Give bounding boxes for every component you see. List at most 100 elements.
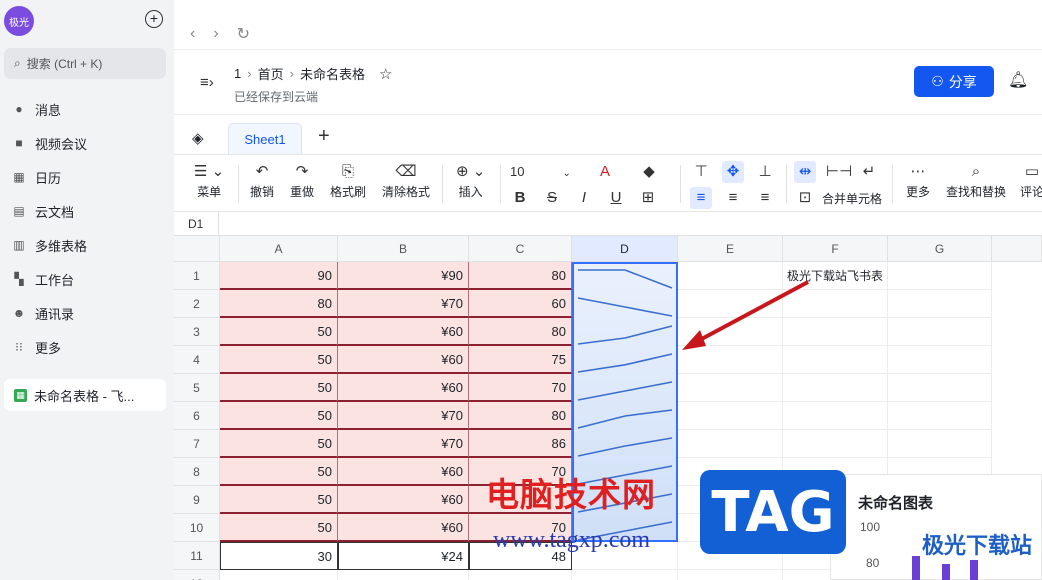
align-right-icon[interactable]: ≡ xyxy=(754,187,776,209)
row-header[interactable]: 9 xyxy=(174,486,220,514)
table-cell[interactable] xyxy=(888,374,992,402)
clear-format-button[interactable]: ⌫ 清除格式 xyxy=(382,161,430,200)
wrap-icon[interactable]: ↵ xyxy=(858,161,880,183)
table-cell[interactable] xyxy=(888,262,992,290)
back-icon[interactable]: ‹ xyxy=(190,25,195,43)
tab-sheet1[interactable]: Sheet1 xyxy=(228,123,302,155)
table-cell[interactable] xyxy=(678,374,783,402)
table-cell[interactable] xyxy=(888,346,992,374)
table-cell[interactable]: 70 xyxy=(469,374,572,402)
avatar[interactable]: 极光 xyxy=(4,6,34,36)
fill-color-icon[interactable]: ◆ xyxy=(638,161,660,183)
row-header[interactable]: 8 xyxy=(174,458,220,486)
table-cell[interactable] xyxy=(678,402,783,430)
freeze-icon[interactable]: ⇹ xyxy=(794,161,816,183)
bold-icon[interactable]: B xyxy=(509,187,531,209)
layers-icon[interactable]: ◈ xyxy=(192,129,204,147)
table-cell[interactable] xyxy=(888,290,992,318)
column-width-icon[interactable]: ⊢⊣ xyxy=(826,161,852,183)
row-header[interactable]: 6 xyxy=(174,402,220,430)
row-header[interactable]: 12 xyxy=(174,570,220,580)
sidebar-item-more[interactable]: ⁝⁝ 更多 xyxy=(0,330,174,364)
sidebar-item-messages[interactable]: ● 消息 xyxy=(0,92,174,126)
add-sheet-icon[interactable]: + xyxy=(318,125,330,148)
table-cell[interactable]: 50 xyxy=(220,486,338,514)
table-cell[interactable]: ¥90 xyxy=(338,262,469,290)
font-size-select[interactable]: 10 ⌄ xyxy=(510,161,571,183)
table-cell[interactable] xyxy=(783,374,888,402)
table-cell[interactable]: ¥60 xyxy=(338,514,469,542)
column-header-e[interactable]: E xyxy=(678,236,783,262)
table-cell[interactable] xyxy=(338,570,469,580)
select-all-corner[interactable] xyxy=(174,236,220,262)
table-cell[interactable]: 90 xyxy=(220,262,338,290)
row-header[interactable]: 11 xyxy=(174,542,220,570)
table-cell[interactable]: ¥70 xyxy=(338,290,469,318)
sidebar-doc-item[interactable]: ▦ 未命名表格 - 飞... xyxy=(4,379,166,411)
sidebar-item-workplace[interactable]: ▚ 工作台 xyxy=(0,262,174,296)
row-header[interactable]: 2 xyxy=(174,290,220,318)
find-replace-button[interactable]: ⌕ 查找和替换 xyxy=(946,161,1006,200)
table-cell[interactable]: 50 xyxy=(220,374,338,402)
column-header-a[interactable]: A xyxy=(220,236,338,262)
border-icon[interactable]: ⊞ xyxy=(637,187,659,209)
table-cell[interactable]: 50 xyxy=(220,430,338,458)
star-icon[interactable]: ☆ xyxy=(379,65,392,83)
merge-cells-label[interactable]: 合并单元格 xyxy=(822,190,882,207)
menu-button[interactable]: ☰ ⌄ 菜单 xyxy=(194,161,224,200)
insert-button[interactable]: ⊕ ⌄ 插入 xyxy=(456,161,485,200)
table-cell[interactable]: 50 xyxy=(220,318,338,346)
bell-icon[interactable]: 🔔︎ xyxy=(1008,70,1028,90)
format-painter-button[interactable]: ⎘ 格式刷 xyxy=(330,161,366,200)
cell-reference[interactable]: D1 xyxy=(188,217,203,231)
comment-button[interactable]: ▭ 评论 xyxy=(1020,161,1042,200)
table-cell[interactable] xyxy=(572,570,678,580)
table-cell[interactable]: ¥60 xyxy=(338,346,469,374)
column-header-f[interactable]: F xyxy=(783,236,888,262)
table-cell[interactable]: 80 xyxy=(220,290,338,318)
italic-icon[interactable]: I xyxy=(573,187,595,209)
expand-menu-icon[interactable]: ≡› xyxy=(200,74,214,91)
underline-icon[interactable]: U xyxy=(605,187,627,209)
row-header[interactable]: 7 xyxy=(174,430,220,458)
row-header[interactable]: 10 xyxy=(174,514,220,542)
share-button[interactable]: ⚇ 分享 xyxy=(914,66,994,97)
align-middle-icon[interactable]: ✥ xyxy=(722,161,744,183)
redo-button[interactable]: ↷ 重做 xyxy=(290,161,314,200)
table-cell[interactable]: 50 xyxy=(220,514,338,542)
align-left-icon[interactable]: ≡ xyxy=(690,187,712,209)
table-cell[interactable]: ¥60 xyxy=(338,458,469,486)
table-cell[interactable]: ¥60 xyxy=(338,374,469,402)
table-cell[interactable]: 30 xyxy=(220,542,338,570)
column-header-b[interactable]: B xyxy=(338,236,469,262)
table-cell[interactable]: ¥60 xyxy=(338,486,469,514)
row-header[interactable]: 5 xyxy=(174,374,220,402)
sidebar-item-base[interactable]: ▥ 多维表格 xyxy=(0,228,174,262)
refresh-icon[interactable]: ↻ xyxy=(237,24,250,44)
table-cell[interactable] xyxy=(678,570,783,580)
column-header-c[interactable]: C xyxy=(469,236,572,262)
table-cell[interactable]: ¥60 xyxy=(338,318,469,346)
column-header[interactable] xyxy=(992,236,1042,262)
table-cell[interactable]: 50 xyxy=(220,458,338,486)
table-cell[interactable]: 50 xyxy=(220,346,338,374)
search-input[interactable]: ⌕ 搜索 (Ctrl + K) xyxy=(4,48,166,79)
breadcrumb-item[interactable]: 首页 xyxy=(258,64,284,83)
table-cell[interactable]: ¥70 xyxy=(338,430,469,458)
table-cell[interactable]: 86 xyxy=(469,430,572,458)
add-icon[interactable]: + xyxy=(145,10,163,28)
table-cell[interactable] xyxy=(888,430,992,458)
table-cell[interactable] xyxy=(220,570,338,580)
forward-icon[interactable]: › xyxy=(213,25,218,43)
table-cell[interactable] xyxy=(469,570,572,580)
sidebar-item-contacts[interactable]: ☻ 通讯录 xyxy=(0,296,174,330)
align-center-icon[interactable]: ≡ xyxy=(722,187,744,209)
table-cell[interactable] xyxy=(783,402,888,430)
column-header-d[interactable]: D xyxy=(572,236,678,262)
table-cell[interactable]: 80 xyxy=(469,402,572,430)
row-header[interactable]: 1 xyxy=(174,262,220,290)
page-title[interactable]: 未命名表格 xyxy=(300,64,365,83)
table-cell[interactable] xyxy=(888,318,992,346)
table-cell[interactable]: 50 xyxy=(220,402,338,430)
row-header[interactable]: 4 xyxy=(174,346,220,374)
